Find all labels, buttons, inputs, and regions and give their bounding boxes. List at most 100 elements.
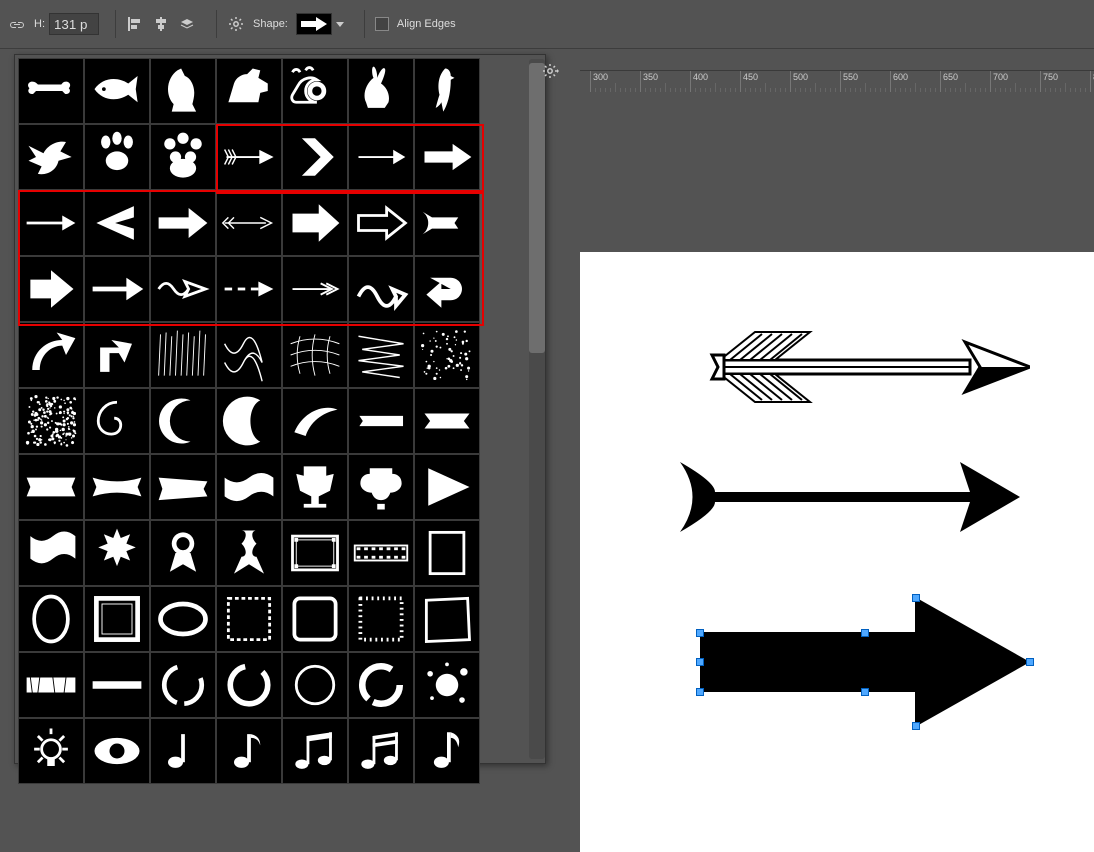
shape-note-1[interactable] xyxy=(150,718,216,784)
shape-swirl[interactable] xyxy=(84,388,150,454)
shape-note-beam-1[interactable] xyxy=(282,718,348,784)
shape-curve-arrow-1[interactable] xyxy=(18,322,84,388)
shape-dots-dense[interactable] xyxy=(18,388,84,454)
shape-grunge-2[interactable] xyxy=(84,652,150,718)
shape-circle-brush-2[interactable] xyxy=(216,652,282,718)
shape-ribbon-award[interactable] xyxy=(150,520,216,586)
shape-dove[interactable] xyxy=(18,124,84,190)
shape-crescent-2[interactable] xyxy=(216,388,282,454)
shape-frame-rough[interactable] xyxy=(414,586,480,652)
shape-note-beam-2[interactable] xyxy=(348,718,414,784)
shape-dropdown-arrow-icon[interactable] xyxy=(334,13,346,35)
shape-frame-oval-2[interactable] xyxy=(150,586,216,652)
selection-handle[interactable] xyxy=(861,688,869,696)
shape-arrow-line[interactable] xyxy=(18,190,84,256)
shape-banner-2[interactable] xyxy=(414,388,480,454)
shape-banner-4[interactable] xyxy=(84,454,150,520)
shape-circle-brush-1[interactable] xyxy=(150,652,216,718)
shape-arrow-double-feather[interactable] xyxy=(216,190,282,256)
shape-frame-scallop-2[interactable] xyxy=(348,586,414,652)
shape-arrow-thin[interactable] xyxy=(348,124,414,190)
shape-flag-wave[interactable] xyxy=(18,520,84,586)
selection-handle[interactable] xyxy=(1026,658,1034,666)
canvas-document[interactable] xyxy=(580,252,1094,852)
shape-ribbon[interactable] xyxy=(216,520,282,586)
picker-scrollbar-thumb[interactable] xyxy=(529,63,545,353)
selection-handle[interactable] xyxy=(696,658,704,666)
shape-frame-thin[interactable] xyxy=(414,520,480,586)
link-dimensions-icon[interactable] xyxy=(6,13,28,35)
shape-dots[interactable] xyxy=(414,322,480,388)
shape-arrow-head[interactable] xyxy=(84,190,150,256)
shape-grass-1[interactable] xyxy=(150,322,216,388)
shape-arrow-line-2[interactable] xyxy=(84,256,150,322)
shape-swatch[interactable] xyxy=(296,13,332,35)
shape-circle-brush-3[interactable] xyxy=(282,652,348,718)
shape-scribble-1[interactable] xyxy=(216,322,282,388)
arrange-icon[interactable] xyxy=(176,13,198,35)
align-left-icon[interactable] xyxy=(124,13,146,35)
shape-filmstrip-1[interactable] xyxy=(282,520,348,586)
height-input[interactable] xyxy=(49,13,99,35)
shape-trophy[interactable] xyxy=(348,454,414,520)
shape-swoosh[interactable] xyxy=(282,388,348,454)
shape-banner-wave[interactable] xyxy=(216,454,282,520)
shape-arrow-chevron[interactable] xyxy=(282,124,348,190)
picker-flyout-gear-icon[interactable] xyxy=(540,60,562,82)
picker-scrollbar[interactable] xyxy=(529,59,545,759)
shape-filmstrip-2[interactable] xyxy=(348,520,414,586)
shape-arrow-block[interactable] xyxy=(282,190,348,256)
shape-note-3[interactable] xyxy=(414,718,480,784)
shape-trophy-banner[interactable] xyxy=(282,454,348,520)
shape-banner-5[interactable] xyxy=(150,454,216,520)
selection-handle[interactable] xyxy=(912,722,920,730)
selection-handle[interactable] xyxy=(696,688,704,696)
shape-starburst[interactable] xyxy=(84,520,150,586)
shape-arrow-wavy[interactable] xyxy=(150,256,216,322)
shape-arrow-outline[interactable] xyxy=(348,190,414,256)
shape-bone[interactable] xyxy=(18,58,84,124)
shape-splatter[interactable] xyxy=(414,652,480,718)
shape-crescent-1[interactable] xyxy=(150,388,216,454)
align-center-icon[interactable] xyxy=(150,13,172,35)
selection-handle[interactable] xyxy=(912,594,920,602)
shape-eye[interactable] xyxy=(84,718,150,784)
shape-banner-3[interactable] xyxy=(18,454,84,520)
shape-curve-arrow-2[interactable] xyxy=(84,322,150,388)
shape-dog[interactable] xyxy=(216,58,282,124)
shape-note-2[interactable] xyxy=(216,718,282,784)
shape-bird[interactable] xyxy=(414,58,480,124)
shape-arrow-feather[interactable] xyxy=(216,124,282,190)
shape-rabbit[interactable] xyxy=(348,58,414,124)
gear-icon[interactable] xyxy=(225,13,247,35)
shape-frame-scallop[interactable] xyxy=(282,586,348,652)
shape-snail[interactable] xyxy=(282,58,348,124)
shape-banner-1[interactable] xyxy=(348,388,414,454)
shape-circle-brush-4[interactable] xyxy=(348,652,414,718)
shape-scribble-2[interactable] xyxy=(348,322,414,388)
shape-pennant[interactable] xyxy=(414,454,480,520)
shape-arrow-snake[interactable] xyxy=(348,256,414,322)
align-edges-checkbox[interactable] xyxy=(375,17,389,31)
shape-pawprint-1[interactable] xyxy=(84,124,150,190)
shape-fish[interactable] xyxy=(84,58,150,124)
canvas-shape-arrow-block[interactable] xyxy=(695,592,1035,732)
shape-arrow-solid[interactable] xyxy=(150,190,216,256)
shape-arrow-dash[interactable] xyxy=(216,256,282,322)
shape-arrow-feather-2[interactable] xyxy=(282,256,348,322)
canvas-shape-arrow-feather[interactable] xyxy=(680,322,1030,412)
canvas-shape-arrow-tail[interactable] xyxy=(680,452,1020,542)
shape-frame-square[interactable] xyxy=(84,586,150,652)
selection-handle[interactable] xyxy=(861,629,869,637)
shape-mesh[interactable] xyxy=(282,322,348,388)
selection-handle[interactable] xyxy=(696,629,704,637)
shape-cat[interactable] xyxy=(150,58,216,124)
shape-pawprint-2[interactable] xyxy=(150,124,216,190)
shape-arrow-tail[interactable] xyxy=(414,190,480,256)
shape-arrow-fat[interactable] xyxy=(414,124,480,190)
shape-grunge-1[interactable] xyxy=(18,652,84,718)
shape-arrow-block-short[interactable] xyxy=(18,256,84,322)
shape-frame-stamp[interactable] xyxy=(216,586,282,652)
shape-arrow-uturn[interactable] xyxy=(414,256,480,322)
shape-frame-oval[interactable] xyxy=(18,586,84,652)
